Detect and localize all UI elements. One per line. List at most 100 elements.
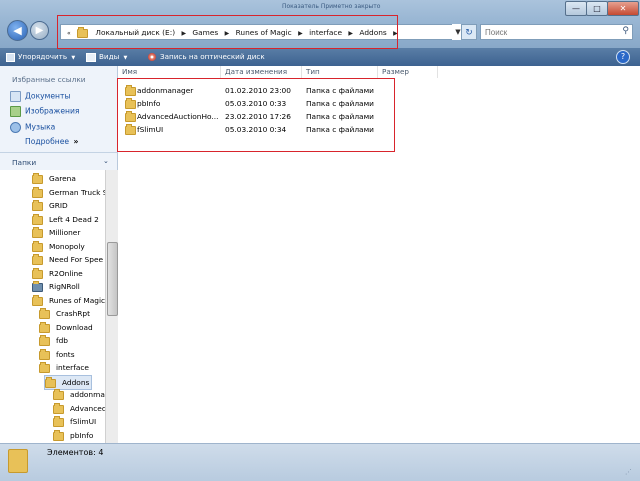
tree-item-label: Millioner <box>49 228 81 237</box>
favorite-link-images[interactable]: Изображения <box>10 106 80 117</box>
tree-item-label: fonts <box>56 350 75 359</box>
tree-item-label: GRID <box>49 201 68 210</box>
tree-item[interactable]: Runes of Magic <box>32 294 105 307</box>
tree-item[interactable]: Advanced <box>53 402 107 415</box>
tree-item[interactable]: Millioner <box>32 226 80 239</box>
folder-icon <box>39 361 50 373</box>
annotation-box-address <box>57 15 398 49</box>
folder-icon <box>32 294 43 306</box>
tree-item-label: Download <box>56 323 93 332</box>
tree-item-label: Need For Spee <box>49 255 104 264</box>
toolbar: Упорядочить ▼ Виды ▼ Запись на оптически… <box>0 48 640 66</box>
folder-icon <box>32 213 43 225</box>
folder-icon <box>32 240 43 252</box>
favorite-link-label: Документы <box>25 91 71 101</box>
favorite-link-label: Изображения <box>25 106 80 116</box>
arrow-left-icon: ◀ <box>13 24 22 37</box>
column-header-size[interactable]: Размер <box>378 66 438 78</box>
minimize-button[interactable]: — <box>565 1 587 16</box>
chevron-down-icon: ▼ <box>455 28 461 36</box>
item-count: Элементов: 4 <box>47 448 104 457</box>
more-link[interactable]: Подробнее » <box>25 137 78 146</box>
more-label: Подробнее <box>25 137 70 146</box>
tree-item[interactable]: fdb <box>39 334 68 347</box>
tree-item[interactable]: R2Online <box>32 267 83 280</box>
tree-item-label: Advanced <box>70 404 107 413</box>
refresh-icon: ↻ <box>465 28 473 38</box>
tree-item-label: Runes of Magic <box>49 296 106 305</box>
tree-item[interactable]: Monopoly <box>32 240 85 253</box>
burn-disc-label: Запись на оптический диск <box>160 52 265 61</box>
folders-header-bar[interactable]: Папки ⌄ <box>0 152 117 171</box>
tree-item[interactable]: GRID <box>32 199 68 212</box>
folder-icon <box>32 226 43 238</box>
close-button[interactable]: ✕ <box>607 1 639 16</box>
tree-item-label: Monopoly <box>49 242 85 251</box>
views-label: Виды <box>99 52 120 61</box>
column-header-type[interactable]: Тип <box>302 66 378 78</box>
folder-icon <box>8 449 28 473</box>
forward-button[interactable]: ▶ <box>30 21 49 40</box>
views-icon <box>86 52 96 62</box>
search-box[interactable]: ⚲ <box>480 24 633 40</box>
back-button[interactable]: ◀ <box>7 20 28 41</box>
tree-item[interactable]: fSlimUI <box>53 415 96 428</box>
tree-item-label: Garena <box>49 174 76 183</box>
tree-item[interactable]: Left 4 Dead 2 <box>32 213 99 226</box>
folder-icon <box>32 186 43 198</box>
tree-item-label: CrashRpt <box>56 309 90 318</box>
tree-item[interactable]: Download <box>39 321 93 334</box>
music-icon <box>10 122 21 133</box>
tree-item[interactable]: fonts <box>39 348 75 361</box>
status-bar: Элементов: 4 ⋰ <box>0 443 640 481</box>
favorite-link-documents[interactable]: Документы <box>10 91 70 102</box>
documents-icon <box>10 91 21 102</box>
tree-item-label: Left 4 Dead 2 <box>49 215 99 224</box>
folder-icon <box>32 280 43 292</box>
folder-icon <box>32 267 43 279</box>
burn-disc-button[interactable]: Запись на оптический диск <box>148 50 265 64</box>
tree-item[interactable]: German Truck S <box>32 186 107 199</box>
maximize-button[interactable]: □ <box>586 1 608 16</box>
chevron-down-icon: ▼ <box>71 55 76 61</box>
folder-icon <box>53 388 64 400</box>
tree-item[interactable]: interface <box>39 361 89 374</box>
help-button[interactable]: ? <box>616 50 630 64</box>
refresh-button[interactable]: ↻ <box>461 24 477 40</box>
organize-label: Упорядочить <box>18 52 68 61</box>
organize-icon <box>6 52 15 62</box>
search-input[interactable] <box>481 25 613 39</box>
views-button[interactable]: Виды ▼ <box>86 50 127 64</box>
search-icon[interactable]: ⚲ <box>622 26 629 36</box>
folder-icon <box>53 429 64 441</box>
favorite-link-music[interactable]: Музыка <box>10 122 55 133</box>
tree-item[interactable]: RigNRoll <box>32 280 80 293</box>
tree-item[interactable]: Need For Spee <box>32 253 103 266</box>
folder-icon <box>45 376 56 388</box>
tree-item-label: Addons <box>62 378 90 387</box>
favorite-link-label: Музыка <box>25 122 56 132</box>
tree-item-label: addonma <box>70 390 105 399</box>
folder-icon <box>39 348 50 360</box>
tree-item-label: German Truck S <box>49 188 107 197</box>
tree-scrollbar[interactable] <box>105 170 118 443</box>
column-header-name[interactable]: Имя <box>118 66 221 78</box>
column-header-date[interactable]: Дата изменения <box>221 66 302 78</box>
tree-item-label: RigNRoll <box>49 282 80 291</box>
resize-grip-icon[interactable]: ⋰ <box>625 468 632 476</box>
tree-item[interactable]: Garena <box>32 172 76 185</box>
tree-item[interactable]: addonma <box>53 388 105 401</box>
chevron-down-icon: ⌄ <box>103 157 109 165</box>
folder-icon <box>39 321 50 333</box>
tree-item[interactable]: CrashRpt <box>39 307 90 320</box>
disc-icon <box>148 53 156 61</box>
tree-item[interactable]: pbInfo <box>53 429 93 442</box>
organize-button[interactable]: Упорядочить ▼ <box>6 50 75 64</box>
chevron-down-icon: ▼ <box>123 55 128 61</box>
scrollbar-thumb[interactable] <box>107 242 118 316</box>
images-icon <box>10 106 21 117</box>
tree-item-label: fdb <box>56 336 68 345</box>
tree-item-label: R2Online <box>49 269 83 278</box>
folder-icon <box>53 402 64 414</box>
folders-header: Папки <box>12 158 37 167</box>
